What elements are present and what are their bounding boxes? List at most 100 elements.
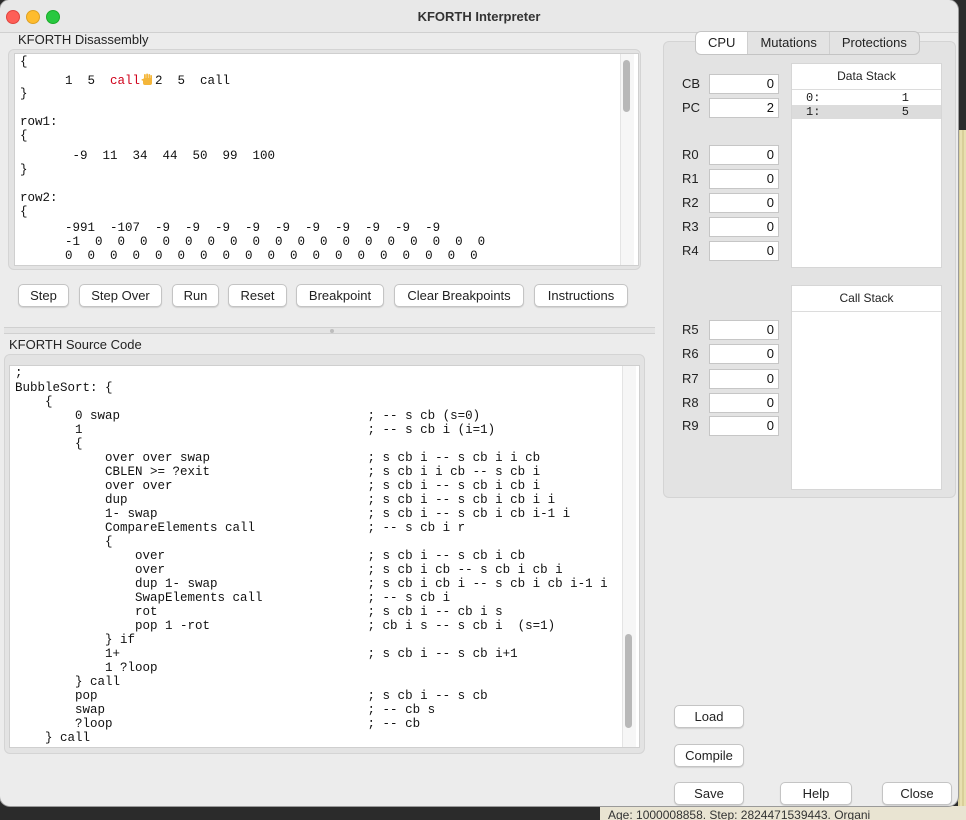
register-field-cb[interactable]: 0 [709,74,779,94]
source-line: BubbleSort: { [15,381,113,395]
window-title: KFORTH Interpreter [417,9,541,24]
close-button[interactable]: Close [882,782,952,805]
tab-bar: CPU Mutations Protections [695,31,920,55]
register-label-r3: R3 [682,219,699,234]
disassembly-line: row1: [20,115,58,129]
tab-cpu[interactable]: CPU [696,32,749,54]
disassembly-view[interactable]: { 1 5 call 2 5 call } row1: { -9 11 34 44… [14,53,639,266]
source-line: { [15,395,53,409]
step-over-button[interactable]: Step Over [79,284,162,307]
source-line: CompareElements call ; -- s cb i r [15,521,466,535]
source-line: 1- swap ; s cb i -- s cb i cb i-1 i [15,507,571,521]
source-line: { [15,437,83,451]
disassembly-line: { [20,129,28,143]
register-label-r9: R9 [682,418,699,433]
compile-button[interactable]: Compile [674,744,744,767]
source-line: rot ; s cb i -- cb i s [15,605,503,619]
data-stack-row[interactable]: 0: 1 [792,91,941,105]
load-button[interactable]: Load [674,705,744,728]
call-stack-panel[interactable]: Call Stack [791,285,942,490]
instructions-button[interactable]: Instructions [534,284,628,307]
data-stack-value: 1 [901,91,909,105]
source-line: SwapElements call ; -- s cb i [15,591,451,605]
register-field-r8[interactable]: 0 [709,393,779,413]
desktop-background [958,130,966,820]
register-field-r2[interactable]: 0 [709,193,779,213]
reset-button[interactable]: Reset [228,284,287,307]
source-code-label: KFORTH Source Code [9,337,142,352]
register-field-r9[interactable]: 0 [709,416,779,436]
background-status-text: Age: 1000008858. Step: 2824471539443. Or… [600,806,966,820]
data-stack-index: 1: [806,105,821,119]
source-line: 1+ ; s cb i -- s cb i+1 [15,647,518,661]
register-label-r4: R4 [682,243,699,258]
save-button[interactable]: Save [674,782,744,805]
source-line: ?loop ; -- cb [15,717,421,731]
register-label-r1: R1 [682,171,699,186]
disassembly-line: row2: [20,191,58,205]
source-line: } if [15,633,136,647]
tab-protections[interactable]: Protections [830,32,919,54]
disassembly-scrollbar[interactable] [620,54,634,265]
interpreter-window: KFORTH Interpreter KFORTH Disassembly { … [0,0,958,806]
data-stack-value: 5 [901,105,909,119]
data-stack-panel[interactable]: Data Stack 0: 1 1: 5 [791,63,942,268]
disassembly-current-line: 1 5 call 2 5 call [20,73,230,88]
source-line: } call [15,731,91,745]
disassembly-line: { [20,205,28,219]
register-field-r0[interactable]: 0 [709,145,779,165]
source-line: 1 ; -- s cb i (i=1) [15,423,496,437]
scroll-thumb[interactable] [625,634,632,728]
tab-mutations[interactable]: Mutations [748,32,830,54]
current-instruction: call [110,74,141,88]
run-button[interactable]: Run [172,284,219,307]
disassembly-after-break: 2 5 call [155,74,231,88]
source-editor[interactable]: ; BubbleSort: { { 0 swap ; -- s cb (s=0)… [9,365,640,748]
register-label-r5: R5 [682,322,699,337]
split-divider[interactable] [4,327,655,334]
hand-icon [141,73,154,86]
source-line: swap ; -- cb s [15,703,436,717]
divider-handle[interactable] [330,329,334,333]
register-field-r5[interactable]: 0 [709,320,779,340]
register-label-r8: R8 [682,395,699,410]
register-field-r3[interactable]: 0 [709,217,779,237]
disassembly-line: -991 -107 -9 -9 -9 -9 -9 -9 -9 -9 -9 -9 [20,221,441,235]
register-field-pc[interactable]: 2 [709,98,779,118]
source-line: dup 1- swap ; s cb i cb i -- s cb i cb i… [15,577,608,591]
disassembly-group: { 1 5 call 2 5 call } row1: { -9 11 34 44… [8,49,641,270]
source-line: CBLEN >= ?exit ; s cb i i cb -- s cb i [15,465,541,479]
data-stack-row-selected[interactable]: 1: 5 [792,105,941,119]
disassembly-label: KFORTH Disassembly [18,32,149,47]
scroll-thumb[interactable] [623,60,630,112]
source-line: { [15,535,113,549]
step-button[interactable]: Step [18,284,69,307]
source-line: over ; s cb i cb -- s cb i cb i [15,563,563,577]
register-field-r1[interactable]: 0 [709,169,779,189]
source-line: } call [15,675,121,689]
source-scrollbar[interactable] [622,366,636,747]
register-field-r7[interactable]: 0 [709,369,779,389]
source-line: over ; s cb i -- s cb i cb [15,549,526,563]
register-label-cb: CB [682,76,701,91]
source-line: dup ; s cb i -- s cb i cb i i [15,493,556,507]
call-stack-title: Call Stack [792,286,941,312]
register-label-r7: R7 [682,371,699,386]
register-field-r6[interactable]: 0 [709,344,779,364]
breakpoint-button[interactable]: Breakpoint [296,284,384,307]
source-line: ; [15,366,23,380]
clear-breakpoints-button[interactable]: Clear Breakpoints [394,284,524,307]
register-label-r2: R2 [682,195,699,210]
source-line: over over swap ; s cb i -- s cb i i cb [15,451,541,465]
disassembly-line: 0 0 0 0 0 0 0 0 0 0 0 0 0 0 0 0 0 0 0 [20,249,478,263]
help-button[interactable]: Help [780,782,852,805]
register-field-r4[interactable]: 0 [709,241,779,261]
source-line: 0 swap ; -- s cb (s=0) [15,409,481,423]
source-line: pop ; s cb i -- s cb [15,689,488,703]
disassembly-line: } [20,163,28,177]
source-line: 1 ?loop [15,661,158,675]
register-label-r0: R0 [682,147,699,162]
source-group: ; BubbleSort: { { 0 swap ; -- s cb (s=0)… [4,354,645,754]
disassembly-line: } [20,87,28,101]
disassembly-line: 1 5 [20,74,111,88]
